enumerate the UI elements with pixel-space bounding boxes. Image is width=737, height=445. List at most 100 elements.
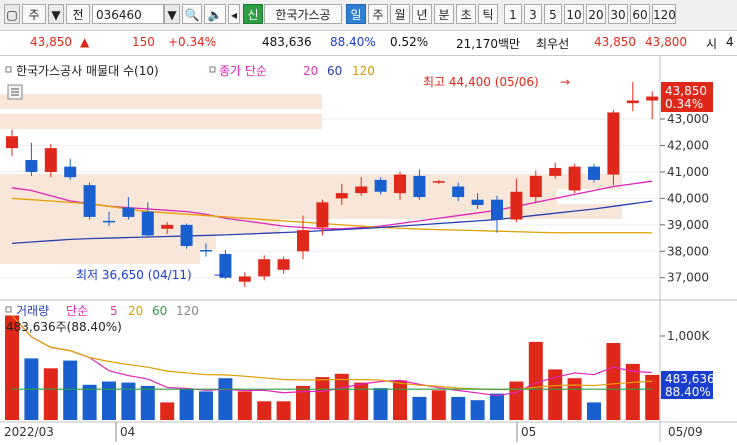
candle-body[interactable] <box>335 193 348 199</box>
candle-body[interactable] <box>568 166 581 191</box>
candle-body[interactable] <box>432 181 445 183</box>
volume-bar[interactable] <box>587 402 601 420</box>
candle-body[interactable] <box>103 220 115 223</box>
volume-profile-bar <box>0 249 200 264</box>
interval-tab-30[interactable]: 30 <box>608 4 628 24</box>
volume-bar[interactable] <box>412 396 427 420</box>
volume-bar[interactable] <box>451 396 466 420</box>
candle-body[interactable] <box>413 175 426 198</box>
volume-bar[interactable] <box>625 363 640 420</box>
candle-body[interactable] <box>64 166 77 178</box>
volume-bar[interactable] <box>490 393 504 420</box>
volume-profile-bar <box>0 114 322 129</box>
stock-name: 한국가스공 <box>264 4 342 24</box>
open-label: 시 <box>706 37 718 51</box>
candle-body[interactable] <box>471 199 484 205</box>
candle-body[interactable] <box>83 185 96 217</box>
candle-body[interactable] <box>122 207 135 217</box>
volume-bar[interactable] <box>373 388 388 420</box>
volume-bar[interactable] <box>606 343 621 420</box>
candle-body[interactable] <box>394 174 406 194</box>
volume-bar[interactable] <box>276 401 291 420</box>
prev-icon[interactable]: ◂ <box>228 4 240 24</box>
price-tick-label: 43,000 <box>667 112 709 126</box>
volume-bar[interactable] <box>334 373 349 420</box>
candle-body[interactable] <box>626 100 639 104</box>
new-badge[interactable]: 신 <box>243 4 263 24</box>
candle-body[interactable] <box>491 199 503 220</box>
period-tab-1[interactable]: 주 <box>368 4 388 24</box>
candle-body[interactable] <box>374 179 387 192</box>
candle-body[interactable] <box>200 249 212 252</box>
interval-tab-20[interactable]: 20 <box>586 4 606 24</box>
candle-body[interactable] <box>549 167 562 176</box>
code-dropdown-icon[interactable]: ▼ <box>164 4 180 24</box>
type-select[interactable]: 주 <box>22 4 46 24</box>
candle-body[interactable] <box>161 224 174 229</box>
volume-ma-120: 120 <box>176 304 199 318</box>
volume-bar[interactable] <box>218 378 233 420</box>
candle-body[interactable] <box>141 211 154 236</box>
candle-body[interactable] <box>25 160 38 172</box>
volume-bar[interactable] <box>431 390 446 420</box>
interval-tab-10[interactable]: 10 <box>564 4 584 24</box>
stock-code-input[interactable]: 036460 <box>92 4 164 24</box>
volume-bar[interactable] <box>393 380 407 420</box>
price-tick-label: 40,000 <box>667 191 709 205</box>
candle-body[interactable] <box>277 259 290 270</box>
volume-bar[interactable] <box>140 385 155 420</box>
candle-body[interactable] <box>588 166 600 180</box>
price-change-pct: +0.34% <box>168 35 217 49</box>
ma-legend-title: 종가 단순 <box>219 64 267 78</box>
volume-bar[interactable] <box>354 382 369 420</box>
type-dropdown-icon[interactable]: ▼ <box>48 4 64 24</box>
date-label-start: 2022/03 <box>4 425 54 439</box>
volume-tick: 1,000K <box>667 329 710 343</box>
search-icon[interactable]: 🔍 <box>182 4 202 24</box>
candle-body[interactable] <box>297 230 309 252</box>
volume-bar[interactable] <box>121 382 136 420</box>
candle-body[interactable] <box>607 112 620 175</box>
volume-bar[interactable] <box>199 391 213 420</box>
candle-body[interactable] <box>452 186 465 198</box>
volume-bar[interactable] <box>102 381 116 421</box>
volume-bar[interactable] <box>257 401 272 420</box>
candle-body[interactable] <box>6 136 18 149</box>
candle-body[interactable] <box>44 148 57 172</box>
period-tab-6[interactable]: 틱 <box>478 4 498 24</box>
interval-tab-60[interactable]: 60 <box>630 4 650 24</box>
volume-bar[interactable] <box>315 377 330 420</box>
period-tab-5[interactable]: 초 <box>456 4 476 24</box>
volume-bar[interactable] <box>82 384 97 420</box>
chart-area[interactable]: 한국가스공사 매물대 수(10) 종가 단순 20 60 120 최고 44,4… <box>0 56 737 442</box>
candle-body[interactable] <box>258 259 271 277</box>
volume-bar[interactable] <box>43 368 58 420</box>
volume-bar[interactable] <box>160 402 175 420</box>
volume-bar[interactable] <box>179 389 194 420</box>
volume-ma-20: 20 <box>128 304 143 318</box>
period-tab-2[interactable]: 월 <box>390 4 410 24</box>
candle-body[interactable] <box>180 224 193 246</box>
period-tab-0[interactable]: 일 <box>346 4 366 24</box>
current-price-tag-value: 43,850 <box>665 84 707 98</box>
interval-tab-120[interactable]: 120 <box>652 4 676 24</box>
candle-body[interactable] <box>316 202 329 228</box>
volume-bar[interactable] <box>470 400 485 420</box>
candle-body[interactable] <box>355 186 368 194</box>
volume-bar[interactable] <box>237 391 252 420</box>
interval-tab-3[interactable]: 3 <box>524 4 542 24</box>
candle-body[interactable] <box>238 276 251 282</box>
candle-body[interactable] <box>510 191 523 220</box>
candle-body[interactable] <box>646 96 659 101</box>
interval-tab-1[interactable]: 1 <box>504 4 522 24</box>
window-icon[interactable]: ▢ <box>4 4 20 24</box>
volume-bar[interactable] <box>509 381 524 421</box>
period-tab-3[interactable]: 년 <box>412 4 432 24</box>
candle-body[interactable] <box>529 175 542 198</box>
period-tab-4[interactable]: 분 <box>434 4 454 24</box>
volume-current: 483,636주(88.40%) <box>6 320 122 334</box>
interval-tab-5[interactable]: 5 <box>544 4 562 24</box>
tag-label[interactable]: 전 <box>66 4 90 24</box>
volume-bar[interactable] <box>63 360 78 420</box>
speaker-icon[interactable]: 🔈 <box>204 4 226 24</box>
